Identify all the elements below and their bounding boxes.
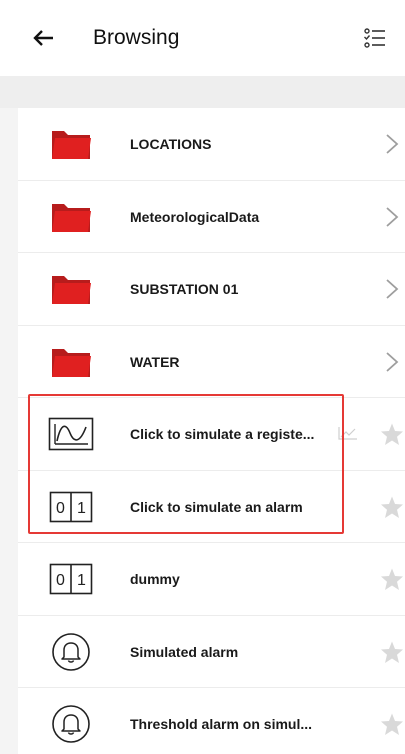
star-icon[interactable] — [380, 567, 404, 591]
list-item[interactable]: WATER — [18, 325, 405, 398]
list-item[interactable]: 0 1 dummy — [18, 543, 405, 616]
list-item[interactable]: SUBSTATION 01 — [18, 253, 405, 326]
app-header: Browsing — [0, 0, 405, 76]
arrow-left-icon[interactable] — [30, 24, 58, 52]
list-item-label: Click to simulate a registe... — [130, 426, 315, 442]
folder-icon — [48, 197, 94, 237]
waveform-icon — [48, 414, 94, 454]
list-item-label: LOCATIONS — [130, 136, 212, 152]
list-item[interactable]: LOCATIONS — [18, 108, 405, 181]
list-item-label: SUBSTATION 01 — [130, 281, 239, 297]
page-title: Browsing — [93, 26, 180, 49]
star-icon[interactable] — [380, 495, 404, 519]
binary-one-text: 1 — [77, 572, 86, 589]
list-item[interactable]: Threshold alarm on simul... — [18, 688, 405, 754]
folder-icon — [48, 124, 94, 164]
header-divider-band — [0, 76, 405, 108]
list-item[interactable]: MeteorologicalData — [18, 180, 405, 253]
binary-zero-text: 0 — [56, 572, 65, 589]
list-item[interactable]: Click to simulate a registe... — [18, 398, 405, 471]
list-item-label: Simulated alarm — [130, 643, 239, 660]
list-item-label: dummy — [130, 571, 180, 587]
chevron-right-icon[interactable] — [384, 351, 400, 373]
left-gutter — [0, 108, 18, 754]
chevron-right-icon[interactable] — [384, 278, 400, 300]
binary-icon: 0 1 — [48, 559, 94, 599]
folder-icon — [48, 342, 94, 382]
trend-chart-icon[interactable] — [338, 426, 358, 440]
chevron-right-icon[interactable] — [384, 206, 400, 228]
list-item[interactable]: Simulated alarm — [18, 615, 405, 688]
star-icon[interactable] — [380, 712, 404, 736]
binary-zero-text: 0 — [56, 500, 65, 517]
list-item-label: Threshold alarm on simul... — [130, 716, 313, 732]
list-item-label: MeteorologicalData — [130, 208, 260, 225]
browse-list: LOCATIONS MeteorologicalData SUBSTATION … — [18, 108, 405, 754]
list-item-label: Click to simulate an alarm — [130, 498, 303, 515]
bell-icon — [48, 632, 94, 672]
list-item-label: WATER — [130, 353, 180, 370]
bell-icon — [48, 704, 94, 744]
star-icon[interactable] — [380, 640, 404, 664]
binary-one-text: 1 — [77, 500, 86, 517]
folder-icon — [48, 269, 94, 309]
star-icon[interactable] — [380, 422, 404, 446]
binary-icon: 0 1 — [48, 487, 94, 527]
checklist-icon[interactable] — [361, 24, 389, 52]
list-item[interactable]: 0 1 Click to simulate an alarm — [18, 470, 405, 543]
chevron-right-icon[interactable] — [384, 133, 400, 155]
